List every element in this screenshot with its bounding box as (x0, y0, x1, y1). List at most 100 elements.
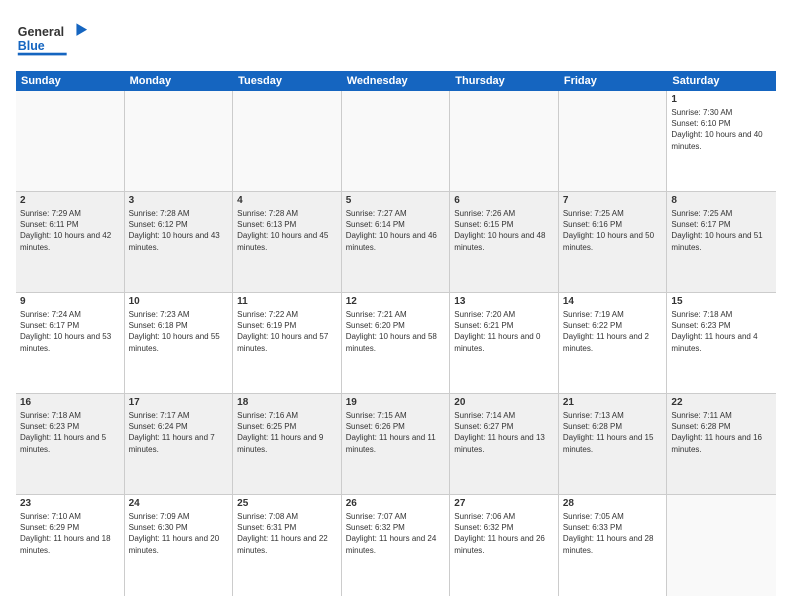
day-number: 2 (20, 195, 120, 206)
cell-info: Sunrise: 7:27 AMSunset: 6:14 PMDaylight:… (346, 208, 446, 253)
cell-info: Sunrise: 7:28 AMSunset: 6:12 PMDaylight:… (129, 208, 229, 253)
calendar-row: 16 Sunrise: 7:18 AMSunset: 6:23 PMDayligh… (16, 394, 776, 495)
day-number: 11 (237, 296, 337, 307)
day-number: 19 (346, 397, 446, 408)
table-row (450, 91, 559, 191)
day-number: 14 (563, 296, 663, 307)
table-row: 3 Sunrise: 7:28 AMSunset: 6:12 PMDaylight… (125, 192, 234, 292)
table-row: 2 Sunrise: 7:29 AMSunset: 6:11 PMDaylight… (16, 192, 125, 292)
header-friday: Friday (559, 71, 668, 91)
day-number: 8 (671, 195, 772, 206)
cell-info: Sunrise: 7:14 AMSunset: 6:27 PMDaylight:… (454, 410, 554, 455)
day-number: 27 (454, 498, 554, 509)
cell-info: Sunrise: 7:10 AMSunset: 6:29 PMDaylight:… (20, 511, 120, 556)
table-row: 15 Sunrise: 7:18 AMSunset: 6:23 PMDayligh… (667, 293, 776, 393)
day-number: 3 (129, 195, 229, 206)
day-number: 26 (346, 498, 446, 509)
table-row: 11 Sunrise: 7:22 AMSunset: 6:19 PMDayligh… (233, 293, 342, 393)
day-number: 13 (454, 296, 554, 307)
day-number: 7 (563, 195, 663, 206)
header-wednesday: Wednesday (342, 71, 451, 91)
cell-info: Sunrise: 7:20 AMSunset: 6:21 PMDaylight:… (454, 309, 554, 354)
day-number: 28 (563, 498, 663, 509)
cell-info: Sunrise: 7:21 AMSunset: 6:20 PMDaylight:… (346, 309, 446, 354)
cell-info: Sunrise: 7:11 AMSunset: 6:28 PMDaylight:… (671, 410, 772, 455)
day-number: 9 (20, 296, 120, 307)
day-number: 10 (129, 296, 229, 307)
table-row: 16 Sunrise: 7:18 AMSunset: 6:23 PMDayligh… (16, 394, 125, 494)
day-number: 25 (237, 498, 337, 509)
calendar-row: 23 Sunrise: 7:10 AMSunset: 6:29 PMDayligh… (16, 495, 776, 596)
cell-info: Sunrise: 7:25 AMSunset: 6:17 PMDaylight:… (671, 208, 772, 253)
day-number: 22 (671, 397, 772, 408)
svg-text:Blue: Blue (18, 39, 45, 53)
day-number: 12 (346, 296, 446, 307)
cell-info: Sunrise: 7:29 AMSunset: 6:11 PMDaylight:… (20, 208, 120, 253)
cell-info: Sunrise: 7:25 AMSunset: 6:16 PMDaylight:… (563, 208, 663, 253)
table-row: 19 Sunrise: 7:15 AMSunset: 6:26 PMDayligh… (342, 394, 451, 494)
cell-info: Sunrise: 7:18 AMSunset: 6:23 PMDaylight:… (20, 410, 120, 455)
table-row (125, 91, 234, 191)
table-row: 4 Sunrise: 7:28 AMSunset: 6:13 PMDaylight… (233, 192, 342, 292)
table-row: 21Sunrise: 7:13 AMSunset: 6:28 PMDayligh… (559, 394, 668, 494)
cell-info: Sunrise: 7:23 AMSunset: 6:18 PMDaylight:… (129, 309, 229, 354)
cell-info: Sunrise: 7:07 AMSunset: 6:32 PMDaylight:… (346, 511, 446, 556)
cell-info: Sunrise: 7:17 AMSunset: 6:24 PMDaylight:… (129, 410, 229, 455)
day-number: 4 (237, 195, 337, 206)
calendar: Sunday Monday Tuesday Wednesday Thursday… (16, 71, 776, 596)
table-row: 6 Sunrise: 7:26 AMSunset: 6:15 PMDaylight… (450, 192, 559, 292)
cell-info: Sunrise: 7:22 AMSunset: 6:19 PMDaylight:… (237, 309, 337, 354)
calendar-body: 1 Sunrise: 7:30 AMSunset: 6:10 PMDaylight… (16, 91, 776, 596)
table-row: 12 Sunrise: 7:21 AMSunset: 6:20 PMDayligh… (342, 293, 451, 393)
table-row: 8 Sunrise: 7:25 AMSunset: 6:17 PMDaylight… (667, 192, 776, 292)
day-number: 23 (20, 498, 120, 509)
cell-info: Sunrise: 7:26 AMSunset: 6:15 PMDaylight:… (454, 208, 554, 253)
cell-info: Sunrise: 7:16 AMSunset: 6:25 PMDaylight:… (237, 410, 337, 455)
table-row (667, 495, 776, 596)
calendar-row: 1 Sunrise: 7:30 AMSunset: 6:10 PMDaylight… (16, 91, 776, 192)
table-row: 23 Sunrise: 7:10 AMSunset: 6:29 PMDayligh… (16, 495, 125, 596)
day-number: 20 (454, 397, 554, 408)
table-row: 28 Sunrise: 7:05 AMSunset: 6:33 PMDayligh… (559, 495, 668, 596)
cell-info: Sunrise: 7:08 AMSunset: 6:31 PMDaylight:… (237, 511, 337, 556)
logo: General Blue (16, 16, 96, 61)
page: General Blue Sunday Monday Tuesday Wedne… (0, 0, 792, 612)
day-number: 24 (129, 498, 229, 509)
table-row: 10 Sunrise: 7:23 AMSunset: 6:18 PMDayligh… (125, 293, 234, 393)
table-row: 27 Sunrise: 7:06 AMSunset: 6:32 PMDayligh… (450, 495, 559, 596)
table-row (16, 91, 125, 191)
table-row: 22 Sunrise: 7:11 AMSunset: 6:28 PMDayligh… (667, 394, 776, 494)
table-row: 7 Sunrise: 7:25 AMSunset: 6:16 PMDaylight… (559, 192, 668, 292)
table-row: 9 Sunrise: 7:24 AMSunset: 6:17 PMDaylight… (16, 293, 125, 393)
cell-info: Sunrise: 7:19 AMSunset: 6:22 PMDaylight:… (563, 309, 663, 354)
cell-info: Sunrise: 7:06 AMSunset: 6:32 PMDaylight:… (454, 511, 554, 556)
table-row: 20 Sunrise: 7:14 AMSunset: 6:27 PMDayligh… (450, 394, 559, 494)
day-number: 18 (237, 397, 337, 408)
day-number: 16 (20, 397, 120, 408)
calendar-row: 2 Sunrise: 7:29 AMSunset: 6:11 PMDaylight… (16, 192, 776, 293)
header: General Blue (16, 16, 776, 61)
cell-info: Sunrise: 7:13 AMSunset: 6:28 PMDaylight:… (563, 410, 663, 455)
table-row: 14 Sunrise: 7:19 AMSunset: 6:22 PMDayligh… (559, 293, 668, 393)
table-row: 1 Sunrise: 7:30 AMSunset: 6:10 PMDaylight… (667, 91, 776, 191)
day-number: 6 (454, 195, 554, 206)
table-row (342, 91, 451, 191)
header-monday: Monday (125, 71, 234, 91)
table-row: 13 Sunrise: 7:20 AMSunset: 6:21 PMDayligh… (450, 293, 559, 393)
cell-info: Sunrise: 7:30 AMSunset: 6:10 PMDaylight:… (671, 107, 772, 152)
header-saturday: Saturday (667, 71, 776, 91)
cell-info: Sunrise: 7:05 AMSunset: 6:33 PMDaylight:… (563, 511, 663, 556)
logo-svg: General Blue (16, 16, 96, 61)
table-row: 17Sunrise: 7:17 AMSunset: 6:24 PMDayligh… (125, 394, 234, 494)
table-row: 18 Sunrise: 7:16 AMSunset: 6:25 PMDayligh… (233, 394, 342, 494)
cell-info: Sunrise: 7:28 AMSunset: 6:13 PMDaylight:… (237, 208, 337, 253)
table-row: 5Sunrise: 7:27 AMSunset: 6:14 PMDaylight… (342, 192, 451, 292)
day-number: 15 (671, 296, 772, 307)
table-row: 24Sunrise: 7:09 AMSunset: 6:30 PMDayligh… (125, 495, 234, 596)
cell-info: Sunrise: 7:24 AMSunset: 6:17 PMDaylight:… (20, 309, 120, 354)
header-sunday: Sunday (16, 71, 125, 91)
cell-info: Sunrise: 7:15 AMSunset: 6:26 PMDaylight:… (346, 410, 446, 455)
cell-info: Sunrise: 7:18 AMSunset: 6:23 PMDaylight:… (671, 309, 772, 354)
header-tuesday: Tuesday (233, 71, 342, 91)
day-number: 1 (671, 94, 772, 105)
